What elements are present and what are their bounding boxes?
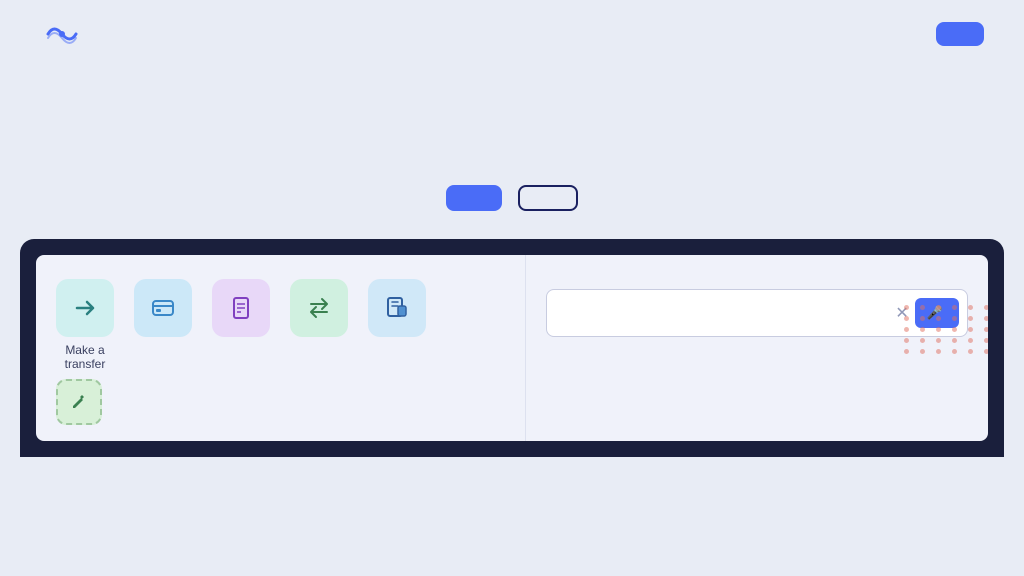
cards-icon-box [134, 279, 192, 337]
small-icon-row [56, 379, 505, 425]
right-panel: ✕ 🎤 const grid = document.querySelector(… [526, 255, 988, 441]
hero-buttons [20, 185, 1004, 211]
navbar [0, 0, 1024, 68]
list-item[interactable] [290, 279, 348, 371]
transfer-icon-box [56, 279, 114, 337]
try-with-your-data-button[interactable] [936, 22, 984, 46]
invoices-icon [227, 294, 255, 322]
book-demo-button[interactable] [518, 185, 578, 211]
list-item[interactable] [212, 279, 270, 371]
claims-icon-box [368, 279, 426, 337]
demo-inner: Make atransfer [36, 255, 988, 441]
edit-icon [69, 392, 89, 412]
left-panel: Make atransfer [36, 255, 526, 441]
list-item[interactable] [134, 279, 192, 371]
dot-grid-decoration: const grid = document.querySelector('.do… [904, 305, 988, 354]
list-item[interactable] [368, 279, 426, 371]
claims-icon [383, 294, 411, 322]
transfer-icon [71, 294, 99, 322]
small-icon-placeholder [56, 379, 102, 425]
cards-icon [149, 294, 177, 322]
hero-title [20, 104, 1004, 157]
list-item[interactable]: Make atransfer [56, 279, 114, 371]
transactions-icon [305, 294, 333, 322]
transfer-label: Make atransfer [65, 343, 106, 371]
hero-section [0, 68, 1024, 239]
icon-grid: Make atransfer [56, 279, 505, 371]
demo-window: Make atransfer [20, 239, 1004, 457]
defog-logo-icon [40, 16, 84, 52]
signup-button[interactable] [446, 185, 502, 211]
transactions-icon-box [290, 279, 348, 337]
invoices-icon-box [212, 279, 270, 337]
logo[interactable] [40, 16, 94, 52]
